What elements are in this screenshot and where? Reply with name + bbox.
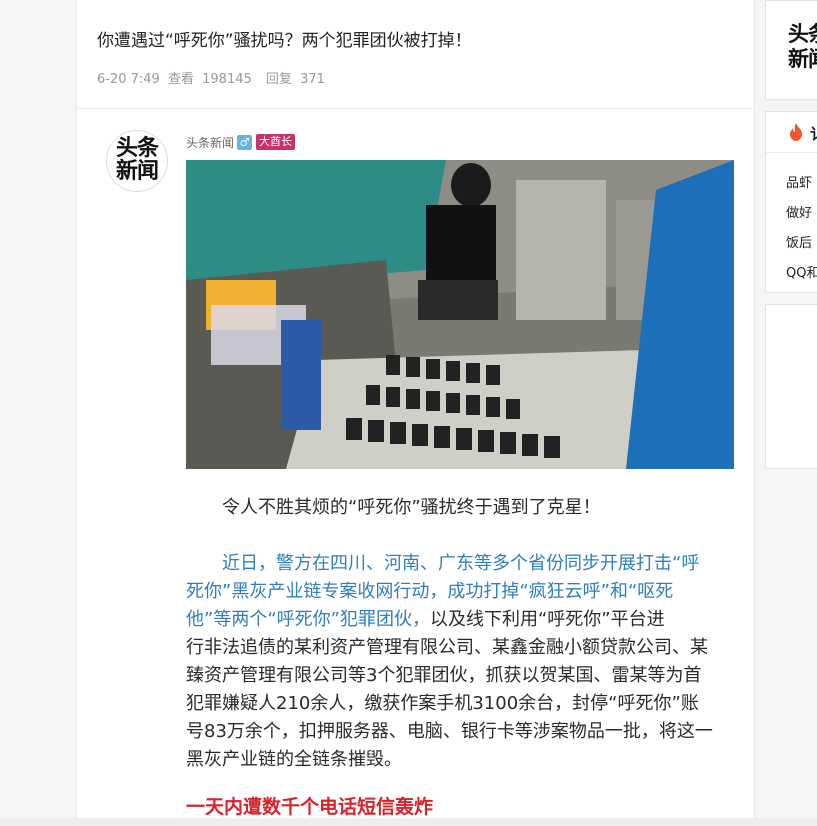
author-name[interactable]: 头条新闻 xyxy=(186,134,234,151)
left-gutter xyxy=(0,0,76,826)
post-date: 6-20 7:49 xyxy=(97,72,160,87)
sidebar-logo-text: 头条新闻 xyxy=(788,22,817,71)
avatar-logo: 头条新闻 xyxy=(115,136,159,184)
sidebar-logo[interactable]: 头条新闻 xyxy=(786,22,817,78)
hot-list-item[interactable]: 品虾 xyxy=(786,172,812,191)
sidebar-panel xyxy=(765,304,817,469)
body-line: 死你”黑灰产业链专案收网行动，成功打掉“疯狂云呼”和“呕死 xyxy=(186,578,734,606)
views-count: 198145 xyxy=(202,72,252,87)
hot-list-item[interactable]: 饭后 xyxy=(786,232,812,251)
section-subheading: 一天内遭数千个电话短信轰炸 xyxy=(186,796,434,818)
body-line: 黑灰产业链的全链条摧毁。 xyxy=(186,746,734,774)
hot-list-item[interactable]: QQ和 xyxy=(786,262,817,281)
post-meta: 6-20 7:49 查看 198145 回复 371 xyxy=(97,68,329,87)
post-title: 你遭遇过“呼死你”骚扰吗？两个犯罪团伙被打掉！ xyxy=(97,31,472,51)
views-label: 查看 xyxy=(167,72,194,87)
body-line: 臻资产管理有限公司等3个犯罪团伙，抓获以贺某国、雷某等为首 xyxy=(186,662,734,690)
news-photo-graphic xyxy=(186,160,734,469)
body-line-text: 黑灰产业链的全链条摧毁。 xyxy=(186,749,402,770)
rank-badge: 大酋长 xyxy=(256,134,296,150)
intro-text: 令人不胜其烦的“呼死你”骚扰终于遇到了克星！ xyxy=(222,497,601,518)
body-line: 号83万余个，扣押服务器、电脑、银行卡等涉案物品一批，将这一 xyxy=(186,718,734,746)
body-line-text: 臻资产管理有限公司等3个犯罪团伙，抓获以贺某国、雷某等为首 xyxy=(186,665,702,686)
body-paragraph: 近日，警方在四川、河南、广东等多个省份同步开展打击“呼 死你”黑灰产业链专案收网… xyxy=(186,550,734,774)
hot-list-item[interactable]: 做好 xyxy=(786,202,812,221)
male-icon: ♂ xyxy=(237,134,253,150)
hot-list-title: 讠 xyxy=(810,123,817,144)
body-line-text: 以及线下利用“呼死你”平台进 xyxy=(429,609,665,630)
body-line: 行非法追债的某利资产管理有限公司、某鑫金融小额贷款公司、某 xyxy=(186,634,734,662)
replies-count: 371 xyxy=(300,72,325,87)
author-row: 头条新闻 ♂ 大酋长 xyxy=(186,133,296,151)
body-line-text: 犯罪嫌疑人210余人，缴获作案手机3100余台，封停“呼死你”账 xyxy=(186,693,699,714)
body-line-link[interactable]: 他”等两个“呼死你”犯罪团伙， xyxy=(186,609,430,630)
sidebar-hot-list: 讠 品虾 做好 饭后 QQ和 xyxy=(765,111,817,293)
body-line: 他”等两个“呼死你”犯罪团伙，以及线下利用“呼死你”平台进 xyxy=(186,606,734,634)
intro-paragraph: 令人不胜其烦的“呼死你”骚扰终于遇到了克星！ xyxy=(186,494,734,522)
body-line-link[interactable]: 死你”黑灰产业链专案收网行动，成功打掉“疯狂云呼”和“呕死 xyxy=(186,581,673,602)
body-line-link[interactable]: 近日，警方在四川、河南、广东等多个省份同步开展打击“呼 xyxy=(186,550,699,578)
body-line: 近日，警方在四川、河南、广东等多个省份同步开展打击“呼 xyxy=(186,550,734,578)
replies-label: 回复 xyxy=(265,72,292,87)
body-line: 犯罪嫌疑人210余人，缴获作案手机3100余台，封停“呼死你”账 xyxy=(186,690,734,718)
hot-list-header: 讠 xyxy=(766,112,817,153)
avatar[interactable]: 头条新闻 xyxy=(106,130,168,192)
horizontal-scrollbar[interactable] xyxy=(0,818,817,826)
post-header: 你遭遇过“呼死你”骚扰吗？两个犯罪团伙被打掉！ 6-20 7:49 查看 198… xyxy=(77,0,754,109)
news-photo xyxy=(186,160,734,469)
body-line-text: 号83万余个，扣押服务器、电脑、银行卡等涉案物品一批，将这一 xyxy=(186,721,713,742)
fire-icon xyxy=(790,123,802,141)
body-line-text: 行非法追债的某利资产管理有限公司、某鑫金融小额贷款公司、某 xyxy=(186,637,708,658)
